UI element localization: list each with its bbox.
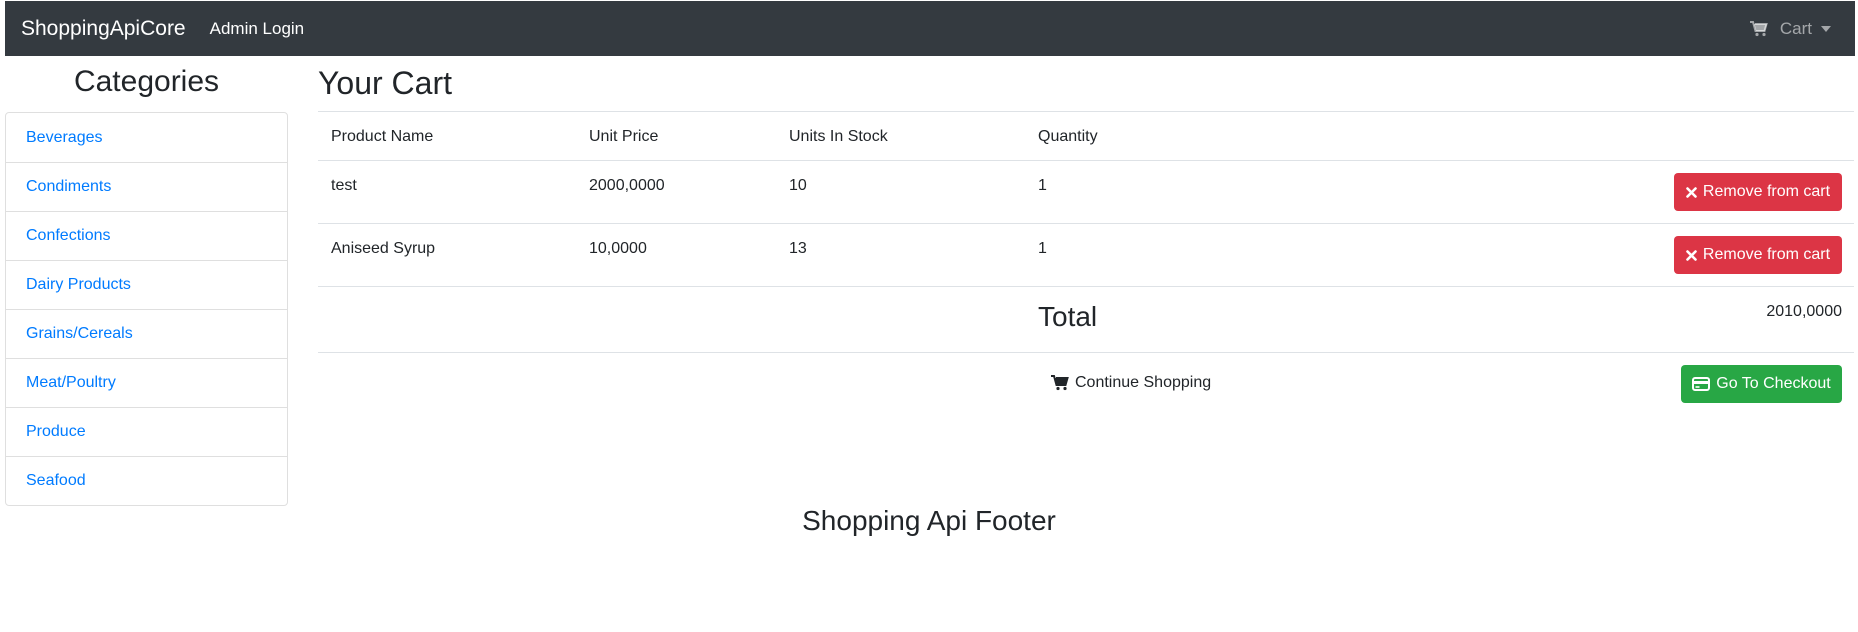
continue-shopping-label: Continue Shopping (1075, 374, 1212, 391)
column-header: Product Name (331, 128, 434, 145)
category-list: Beverages Condiments Confections Dairy P… (5, 112, 288, 506)
total-label: Total (1038, 301, 1098, 332)
top-navbar: ShoppingApiCore Admin Login Cart (5, 1, 1855, 56)
column-header: Quantity (1038, 128, 1098, 145)
category-item-dairy-products[interactable]: Dairy Products (6, 260, 287, 309)
cart-table: Product Name Unit Price Units In Stock Q… (318, 111, 1854, 415)
actions-row: Continue Shopping Go To Checkout (318, 352, 1854, 415)
quantity: 1 (1038, 177, 1047, 194)
category-item-condiments[interactable]: Condiments (6, 162, 287, 211)
product-name: test (331, 177, 357, 194)
remove-button-label: Remove from cart (1702, 246, 1831, 263)
unit-price: 10,0000 (589, 240, 647, 257)
remove-from-cart-button[interactable]: Remove from cart (1674, 236, 1842, 274)
shopping-cart-icon (1051, 375, 1069, 391)
checkout-button[interactable]: Go To Checkout (1681, 365, 1842, 403)
brand-link[interactable]: ShoppingApiCore (21, 17, 186, 41)
product-name: Aniseed Syrup (331, 240, 436, 257)
shopping-cart-icon (1749, 20, 1768, 36)
credit-card-icon (1692, 377, 1711, 391)
caret-down-icon (1821, 25, 1831, 32)
close-icon (1686, 186, 1697, 198)
remove-from-cart-button[interactable]: Remove from cart (1674, 173, 1842, 211)
table-header-row: Product Name Unit Price Units In Stock Q… (318, 111, 1854, 160)
units-in-stock: 10 (789, 177, 807, 194)
category-item-produce[interactable]: Produce (6, 407, 287, 456)
checkout-label: Go To Checkout (1716, 375, 1831, 392)
category-item-seafood[interactable]: Seafood (6, 456, 287, 505)
category-item-grains-cereals[interactable]: Grains/Cereals (6, 309, 287, 358)
column-header: Unit Price (589, 128, 659, 145)
category-item-meat-poultry[interactable]: Meat/Poultry (6, 358, 287, 407)
total-row: Total 2010,0000 (318, 286, 1854, 352)
remove-button-label: Remove from cart (1702, 183, 1831, 200)
category-item-confections[interactable]: Confections (6, 211, 287, 260)
unit-price: 2000,0000 (589, 177, 665, 194)
category-item-beverages[interactable]: Beverages (6, 113, 287, 162)
continue-shopping-button[interactable]: Continue Shopping (1051, 374, 1211, 392)
admin-login-link[interactable]: Admin Login (210, 19, 305, 39)
cart-menu-label: Cart (1779, 18, 1812, 38)
cart-dropdown[interactable]: Cart (1749, 1, 1831, 56)
column-header: Units In Stock (789, 128, 888, 145)
footer-title: Shopping Api Footer (802, 505, 1056, 536)
page-title: Your Cart (318, 65, 452, 101)
table-row: test 2000,0000 10 1 Remove from cart (318, 160, 1854, 223)
table-row: Aniseed Syrup 10,0000 13 1 Remove from c… (318, 223, 1854, 286)
units-in-stock: 13 (789, 240, 807, 257)
close-icon (1686, 249, 1697, 261)
categories-heading: Categories (73, 65, 220, 98)
total-value: 2010,0000 (1766, 303, 1842, 320)
quantity: 1 (1038, 240, 1047, 257)
